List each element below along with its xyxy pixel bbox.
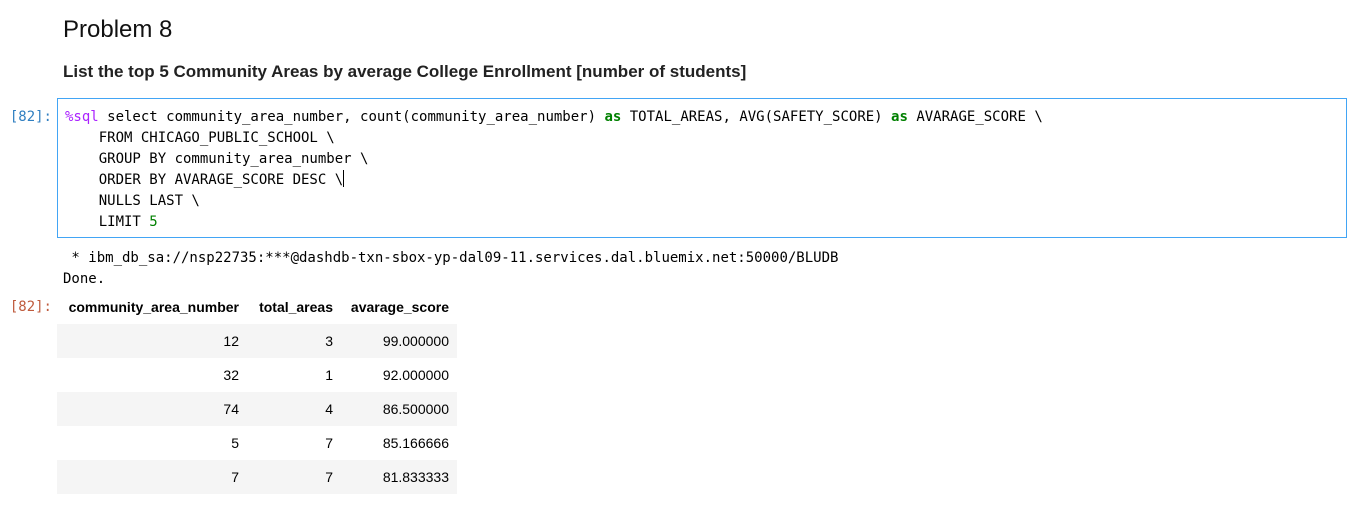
code-token-magic: %sql bbox=[65, 109, 99, 125]
problem-heading: Problem 8 bbox=[63, 16, 173, 43]
stdout-line: * ibm_db_sa://nsp22735:***@dashdb-txn-sb… bbox=[63, 250, 839, 266]
cell-community-area-number: 12 bbox=[223, 333, 239, 349]
code-token: select community_area_number, count(comm… bbox=[98, 109, 605, 125]
cell-stdout: * ibm_db_sa://nsp22735:***@dashdb-txn-sb… bbox=[63, 248, 838, 290]
code-token-kw: as bbox=[891, 109, 908, 125]
code-token-num: 5 bbox=[149, 214, 158, 230]
code-line[interactable]: NULLS LAST \ bbox=[65, 191, 1043, 212]
code-line[interactable]: ORDER BY AVARAGE_SCORE DESC \ bbox=[65, 170, 1043, 191]
input-prompt: [82]: bbox=[9, 109, 52, 125]
output-prompt: [82]: bbox=[9, 299, 52, 315]
code-token: AVARAGE_SCORE \ bbox=[907, 109, 1043, 125]
code-token: TOTAL_AREAS, AVG(SAFETY_SCORE) bbox=[621, 109, 892, 125]
cell-avarage-score: 99.000000 bbox=[382, 333, 449, 349]
table-row: 74 4 86.500000 bbox=[57, 392, 457, 426]
table-row: 32 1 92.000000 bbox=[57, 358, 457, 392]
cell-total-areas: 3 bbox=[325, 333, 333, 349]
cell-community-area-number: 74 bbox=[223, 401, 239, 417]
code-token: FROM CHICAGO_PUBLIC_SCHOOL \ bbox=[65, 130, 335, 146]
code-line[interactable]: %sql select community_area_number, count… bbox=[65, 107, 1043, 128]
code-token: LIMIT bbox=[65, 214, 150, 230]
code-text[interactable]: %sql select community_area_number, count… bbox=[65, 107, 1043, 233]
cell-total-areas: 1 bbox=[325, 367, 333, 383]
cell-avarage-score: 92.000000 bbox=[382, 367, 449, 383]
code-cell-editor[interactable]: %sql select community_area_number, count… bbox=[57, 98, 1347, 238]
cell-avarage-score: 85.166666 bbox=[382, 435, 449, 451]
cell-community-area-number: 32 bbox=[223, 367, 239, 383]
cell-total-areas: 7 bbox=[325, 469, 333, 485]
code-line[interactable]: FROM CHICAGO_PUBLIC_SCHOOL \ bbox=[65, 128, 1043, 149]
table-row: 7 7 81.833333 bbox=[57, 460, 457, 494]
cell-avarage-score: 81.833333 bbox=[382, 469, 449, 485]
table-row: 12 3 99.000000 bbox=[57, 324, 457, 358]
cell-avarage-score: 86.500000 bbox=[382, 401, 449, 417]
code-line[interactable]: GROUP BY community_area_number \ bbox=[65, 149, 1043, 170]
code-token: GROUP BY community_area_number \ bbox=[65, 151, 369, 167]
table-header-row: community_area_number total_areas avarag… bbox=[57, 290, 457, 324]
text-cursor bbox=[343, 170, 345, 187]
result-table: community_area_number total_areas avarag… bbox=[57, 290, 457, 494]
stdout-line: Done. bbox=[63, 271, 106, 287]
code-line[interactable]: LIMIT 5 bbox=[65, 212, 1043, 233]
code-token: NULLS LAST \ bbox=[65, 193, 200, 209]
column-header-avarage-score: avarage_score bbox=[350, 299, 449, 315]
table-row: 5 7 85.166666 bbox=[57, 426, 457, 460]
code-token: ORDER BY AVARAGE_SCORE DESC \ bbox=[65, 172, 344, 188]
column-header-total-areas: total_areas bbox=[259, 299, 333, 315]
cell-total-areas: 4 bbox=[325, 401, 333, 417]
problem-description: List the top 5 Community Areas by averag… bbox=[63, 62, 747, 81]
code-token-kw: as bbox=[604, 109, 622, 125]
cell-community-area-number: 5 bbox=[231, 435, 239, 451]
column-header-community-area-number: community_area_number bbox=[68, 299, 239, 315]
cell-community-area-number: 7 bbox=[231, 469, 239, 485]
cell-total-areas: 7 bbox=[325, 435, 333, 451]
